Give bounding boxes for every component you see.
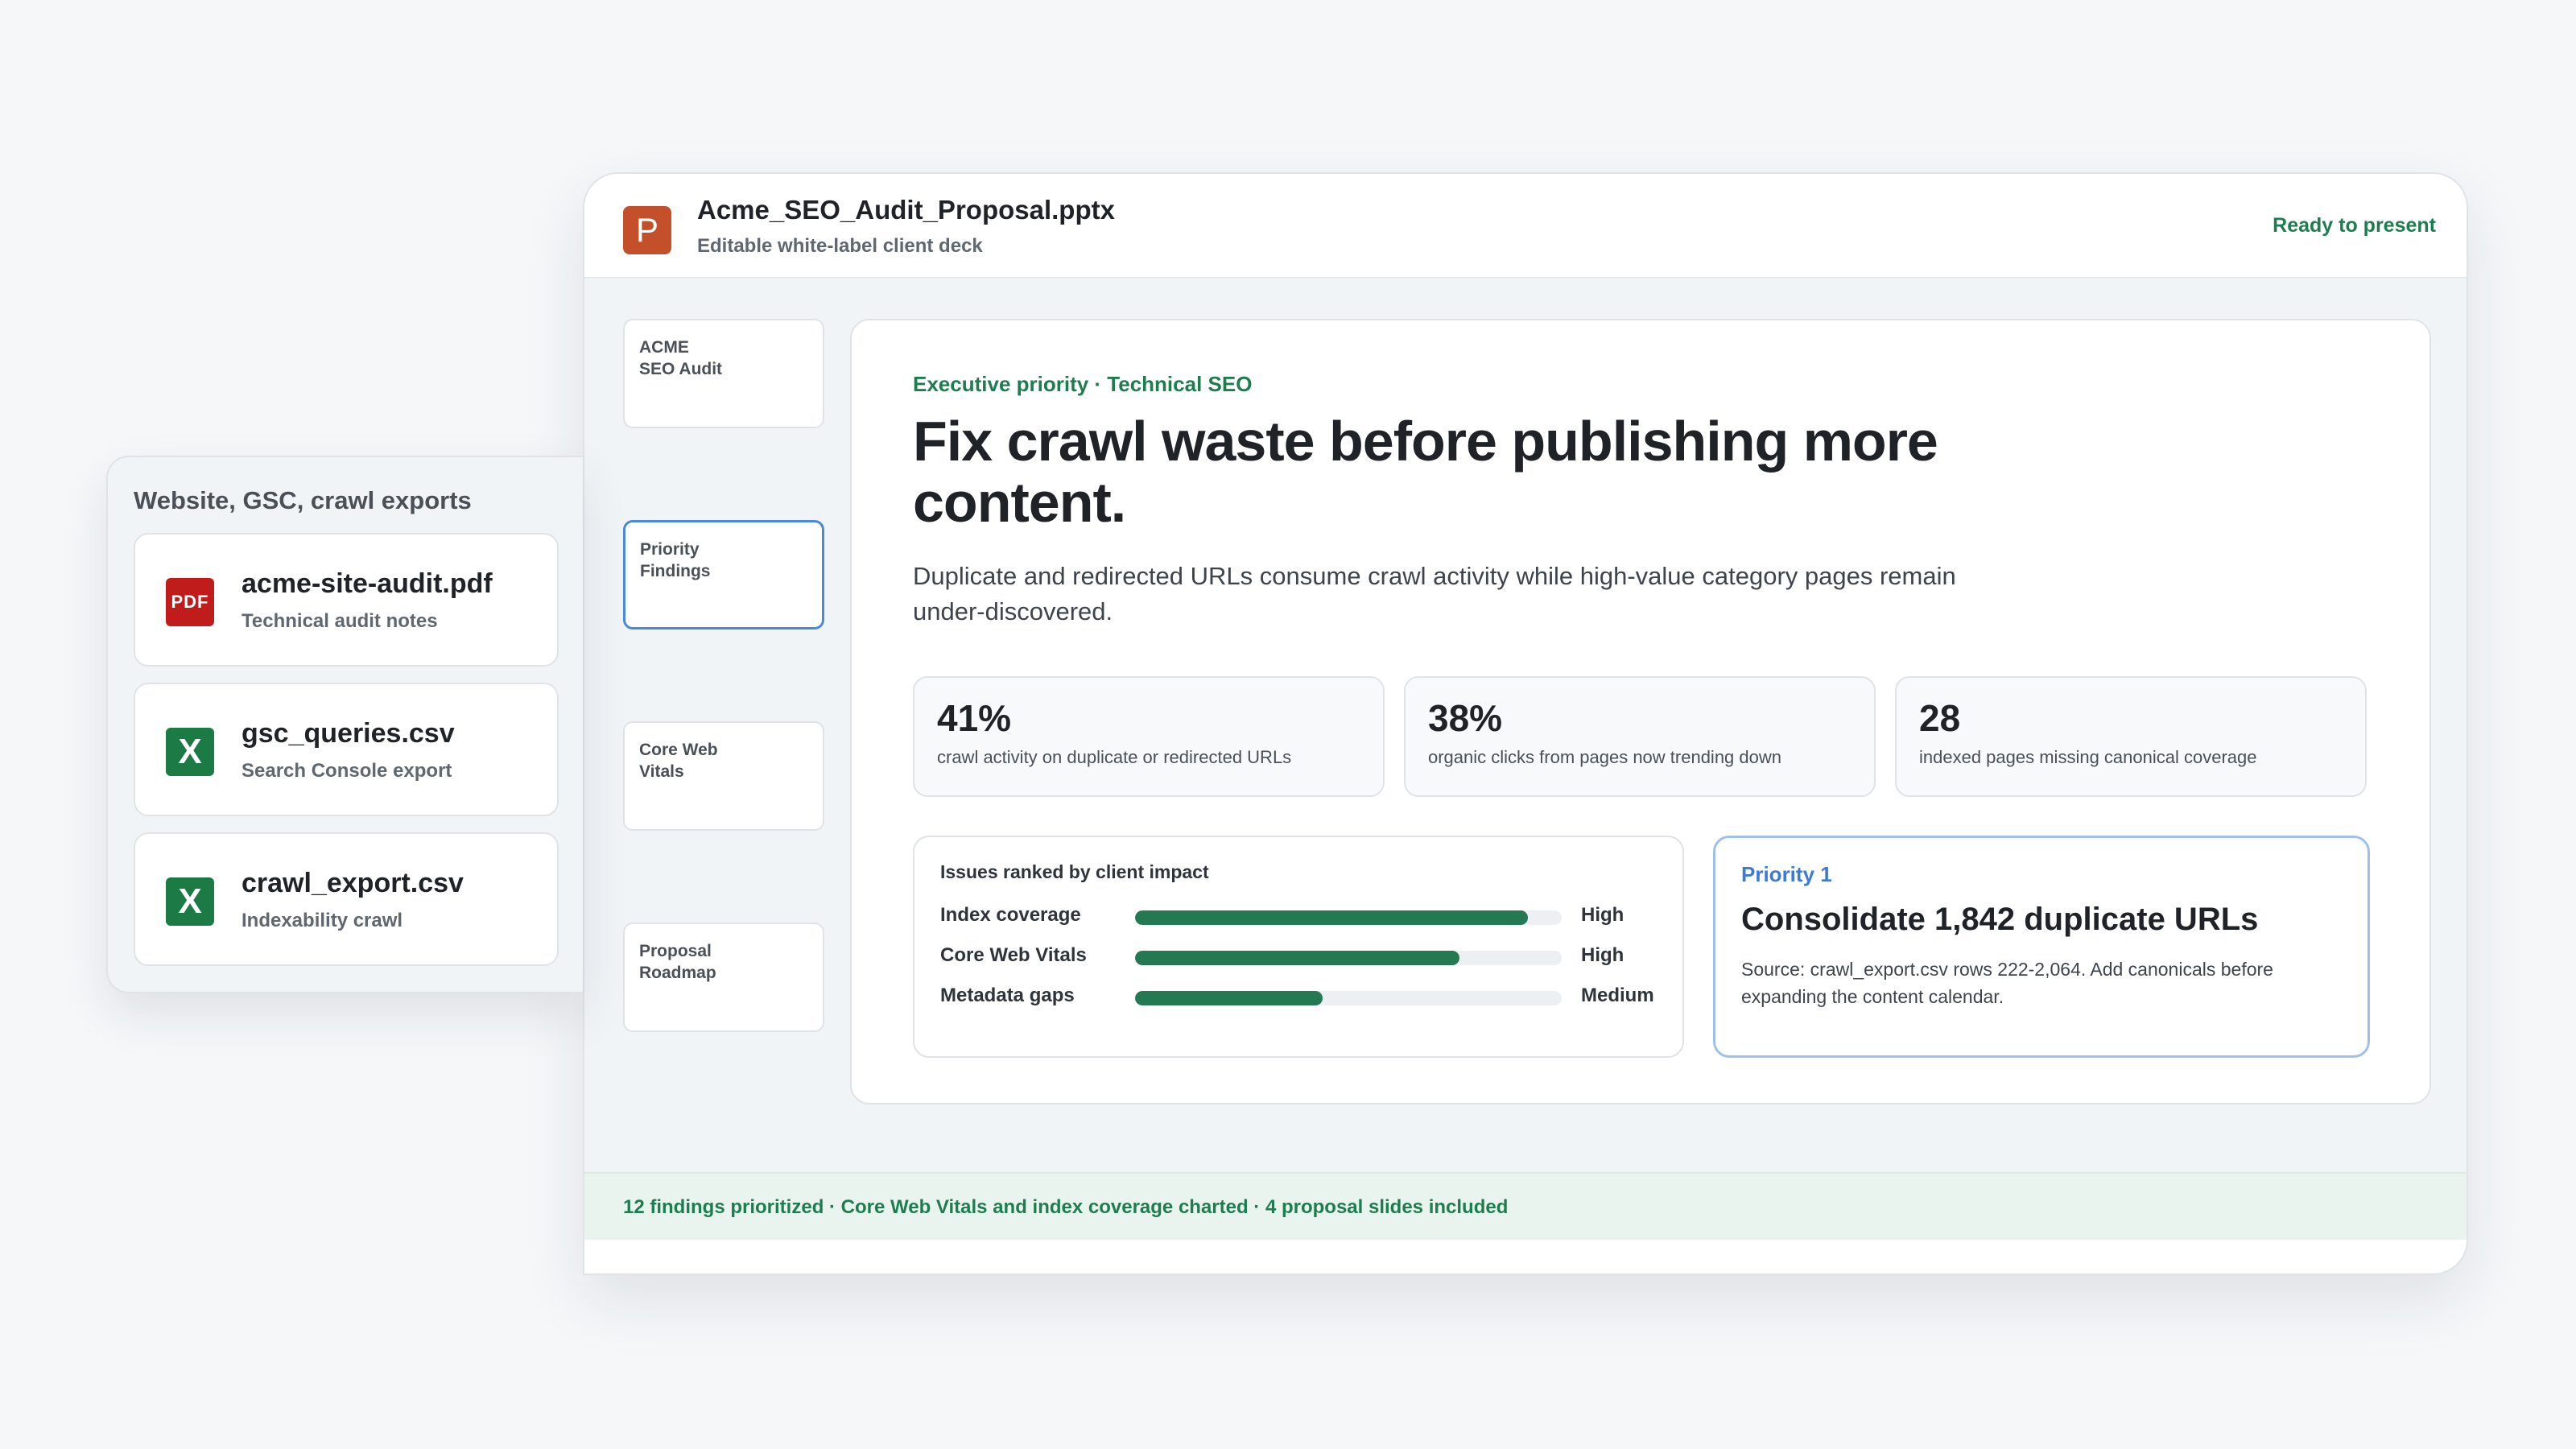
impact-level: High: [1581, 944, 1624, 966]
source-files-panel: Website, GSC, crawl exports PDF acme-sit…: [106, 456, 583, 993]
thumb-label: Findings: [640, 562, 711, 580]
metric-label: crawl activity on duplicate or redirecte…: [937, 747, 1292, 767]
impact-bar-fill: [1135, 910, 1528, 925]
powerpoint-icon: P: [623, 206, 671, 254]
deck-header: P Acme_SEO_Audit_Proposal.pptx Editable …: [584, 174, 2467, 279]
slide-kicker: Executive priority · Technical SEO: [913, 372, 1253, 396]
thumb-label: ACME: [639, 338, 689, 357]
file-description: Search Console export: [242, 760, 452, 782]
pdf-file-icon: PDF: [166, 578, 214, 626]
impact-bar-track: [1135, 991, 1562, 1005]
deck-window: P Acme_SEO_Audit_Proposal.pptx Editable …: [583, 172, 2468, 1275]
issues-title: Issues ranked by client impact: [940, 861, 1209, 882]
metric-label: organic clicks from pages now trending d…: [1428, 747, 1782, 767]
metric-value: 38%: [1428, 697, 1503, 739]
file-card-acme-site-audit[interactable]: PDF acme-site-audit.pdf Technical audit …: [134, 533, 559, 667]
file-name: crawl_export.csv: [242, 868, 464, 898]
slide-thumb-proposal-roadmap[interactable]: Proposal Roadmap: [623, 923, 824, 1032]
metric-value: 28: [1919, 697, 1961, 739]
file-description: Indexability crawl: [242, 910, 403, 931]
sources-title: Website, GSC, crawl exports: [134, 486, 472, 514]
impact-bar-track: [1135, 951, 1562, 965]
thumb-label: Vitals: [639, 762, 684, 781]
slide-canvas[interactable]: Executive priority · Technical SEO Fix c…: [850, 319, 2431, 1104]
impact-bar-track: [1135, 910, 1562, 925]
issue-label: Core Web Vitals: [940, 944, 1087, 966]
deck-body: ACME SEO Audit Priority Findings Core We…: [584, 279, 2467, 1172]
ready-status-button[interactable]: Ready to present: [2273, 214, 2436, 237]
issue-row: Index coverage High: [940, 898, 1657, 938]
issue-label: Index coverage: [940, 904, 1081, 926]
impact-bar-fill: [1135, 991, 1323, 1005]
deck-filename: Acme_SEO_Audit_Proposal.pptx: [697, 195, 1115, 225]
file-card-crawl-export[interactable]: X crawl_export.csv Indexability crawl: [134, 832, 559, 966]
metric-card: 38% organic clicks from pages now trendi…: [1404, 676, 1876, 797]
metric-label: indexed pages missing canonical coverage: [1919, 747, 2257, 767]
priority-description: Source: crawl_export.csv rows 222-2,064.…: [1741, 959, 2273, 1007]
thumb-label: Core Web: [639, 741, 718, 759]
priority-label: Priority 1: [1741, 862, 1832, 886]
thumb-label: Proposal: [639, 942, 712, 960]
priority-title: Consolidate 1,842 duplicate URLs: [1741, 902, 2259, 937]
issue-label: Metadata gaps: [940, 985, 1075, 1006]
file-name: gsc_queries.csv: [242, 718, 455, 749]
issues-card: Issues ranked by client impact Index cov…: [913, 836, 1684, 1058]
metric-value: 41%: [937, 697, 1012, 739]
slide-title: Fix crawl waste before publishing more c…: [913, 410, 1938, 534]
impact-level: High: [1581, 904, 1624, 926]
file-description: Technical audit notes: [242, 610, 438, 632]
impact-bar-fill: [1135, 951, 1459, 965]
file-card-gsc-queries[interactable]: X gsc_queries.csv Search Console export: [134, 683, 559, 816]
priority-card: Priority 1 Consolidate 1,842 duplicate U…: [1713, 836, 2370, 1058]
excel-file-icon: X: [166, 877, 214, 926]
thumb-label: Roadmap: [639, 964, 716, 982]
metric-card: 41% crawl activity on duplicate or redir…: [913, 676, 1385, 797]
slide-thumb-priority-findings[interactable]: Priority Findings: [623, 520, 824, 630]
issue-row: Metadata gaps Medium: [940, 978, 1657, 1018]
file-name: acme-site-audit.pdf: [242, 568, 493, 599]
deck-summary-footer: 12 findings prioritized · Core Web Vital…: [584, 1172, 2467, 1240]
slide-thumb-acme-seo-audit[interactable]: ACME SEO Audit: [623, 319, 824, 428]
issue-row: Core Web Vitals High: [940, 938, 1657, 978]
thumb-label: SEO Audit: [639, 360, 723, 378]
deck-subtitle: Editable white-label client deck: [697, 235, 983, 257]
impact-level: Medium: [1581, 985, 1654, 1006]
metric-card: 28 indexed pages missing canonical cover…: [1895, 676, 2367, 797]
thumb-label: Priority: [640, 540, 700, 559]
slide-thumb-core-web-vitals[interactable]: Core Web Vitals: [623, 721, 824, 831]
excel-file-icon: X: [166, 728, 214, 776]
slide-description: Duplicate and redirected URLs consume cr…: [913, 562, 1956, 625]
